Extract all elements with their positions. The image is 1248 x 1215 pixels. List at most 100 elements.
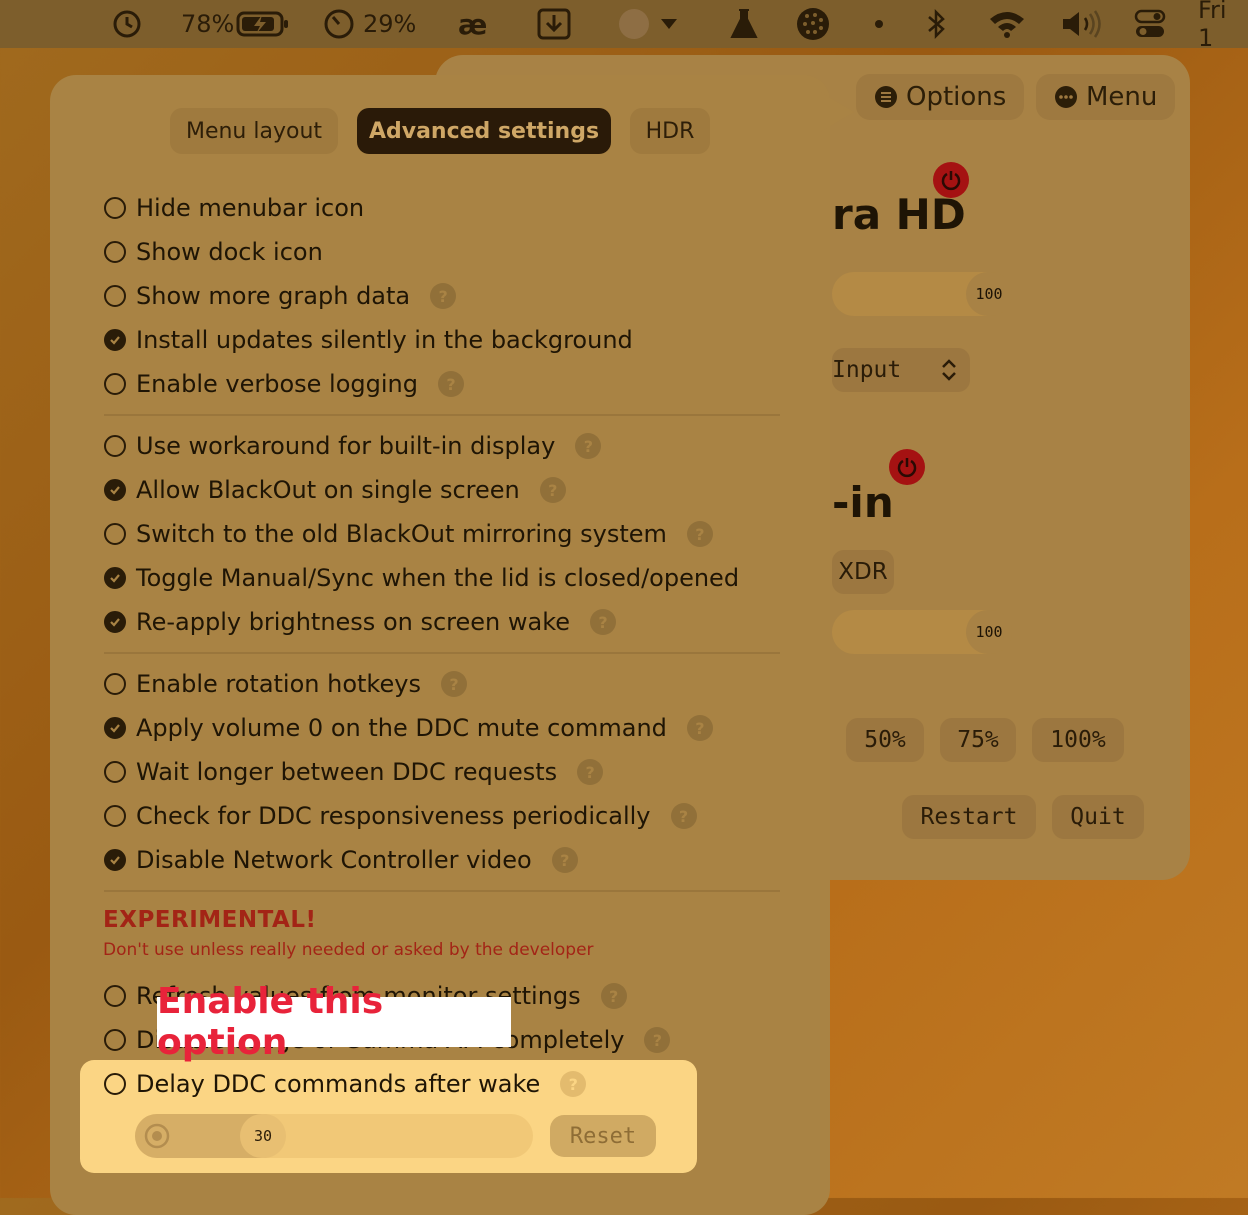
checkbox[interactable] (104, 673, 126, 695)
help-icon[interactable]: ? (551, 847, 578, 873)
dot-icon (874, 0, 884, 48)
option-row[interactable]: Show dock icon (104, 234, 323, 270)
pattern-icon[interactable] (795, 0, 831, 48)
download-icon[interactable] (536, 0, 572, 48)
help-icon[interactable]: ? (430, 283, 457, 309)
option-row[interactable]: Enable verbose logging? (104, 366, 464, 402)
help-glyph: ? (609, 986, 619, 1006)
checkbox[interactable] (104, 1073, 126, 1095)
divider (104, 890, 780, 892)
help-glyph: ? (560, 850, 570, 870)
popover-arrow (820, 92, 854, 132)
checkbox[interactable] (104, 479, 126, 501)
menu-button[interactable]: Menu (1036, 74, 1176, 120)
checkbox[interactable] (104, 717, 126, 739)
option-row[interactable]: Wait longer between DDC requests? (104, 754, 604, 790)
flask-icon[interactable] (728, 0, 760, 48)
help-icon[interactable]: ? (590, 609, 617, 635)
option-label: Toggle Manual/Sync when the lid is close… (136, 564, 740, 592)
option-row[interactable]: Disable Network Controller video? (104, 842, 578, 878)
option-row[interactable]: Re-apply brightness on screen wake? (104, 604, 617, 640)
menubar-clock[interactable]: Fri 1 (1198, 0, 1248, 52)
tab-label: Menu layout (185, 118, 323, 144)
option-row[interactable]: Toggle Manual/Sync when the lid is close… (104, 560, 739, 596)
reset-button[interactable]: Reset (550, 1115, 656, 1157)
time-machine-icon[interactable] (110, 0, 144, 48)
checkbox[interactable] (104, 985, 126, 1007)
ellipsis-icon (1055, 86, 1077, 108)
option-row[interactable]: Hide menubar icon (104, 190, 364, 226)
tab-label: HDR (645, 118, 695, 144)
option-label: Wait longer between DDC requests (136, 758, 558, 786)
checkbox[interactable] (104, 761, 126, 783)
help-icon[interactable]: ? (575, 433, 602, 459)
display1-brightness-knob[interactable]: 100 (966, 272, 1012, 316)
tab-menu-layout[interactable]: Menu layout (170, 108, 338, 154)
help-icon[interactable]: ? (539, 477, 566, 503)
checkbox[interactable] (104, 1029, 126, 1051)
battery-charging-icon[interactable] (236, 0, 290, 48)
checkbox[interactable] (104, 523, 126, 545)
help-icon[interactable]: ? (670, 803, 697, 829)
delay-slider-knob[interactable]: 30 (240, 1114, 286, 1158)
quit-button[interactable]: Quit (1052, 795, 1144, 839)
option-delay-ddc[interactable]: Delay DDC commands after wake ? (104, 1066, 587, 1102)
input-select[interactable]: Input (832, 348, 970, 392)
menubar: 78% 29% æ Fri 1 (0, 0, 1248, 52)
checkbox[interactable] (104, 241, 126, 263)
option-row[interactable]: Show more graph data? (104, 278, 457, 314)
display2-power-icon[interactable] (889, 449, 925, 485)
option-row[interactable]: Enable rotation hotkeys? (104, 666, 467, 702)
xdr-button[interactable]: XDR (832, 550, 894, 594)
preset-50-button[interactable]: 50% (846, 718, 924, 762)
options-button[interactable]: Options (856, 74, 1025, 120)
wifi-icon[interactable] (988, 0, 1026, 48)
tab-hdr[interactable]: HDR (630, 108, 710, 154)
preset-label: 75% (957, 727, 999, 753)
gauge-icon[interactable] (323, 0, 355, 48)
help-glyph: ? (598, 612, 608, 632)
option-row[interactable]: Allow BlackOut on single screen? (104, 472, 566, 508)
restart-button[interactable]: Restart (902, 795, 1036, 839)
restart-label: Restart (920, 804, 1018, 830)
tab-advanced-settings[interactable]: Advanced settings (357, 108, 611, 154)
checkbox[interactable] (104, 329, 126, 351)
help-icon[interactable]: ? (437, 371, 464, 397)
option-label: Check for DDC responsiveness periodicall… (136, 802, 651, 830)
checkbox[interactable] (104, 849, 126, 871)
preset-100-button[interactable]: 100% (1032, 718, 1124, 762)
avatar[interactable] (618, 0, 650, 48)
chevron-updown-icon (942, 359, 956, 381)
help-icon[interactable]: ? (440, 671, 467, 697)
help-glyph: ? (585, 762, 595, 782)
checkbox[interactable] (104, 435, 126, 457)
help-icon[interactable]: ? (560, 1071, 587, 1097)
option-label: Switch to the old BlackOut mirroring sys… (136, 520, 667, 548)
option-row[interactable]: Check for DDC responsiveness periodicall… (104, 798, 697, 834)
option-row[interactable]: Apply volume 0 on the DDC mute command? (104, 710, 713, 746)
checkbox[interactable] (104, 373, 126, 395)
help-icon[interactable]: ? (600, 983, 627, 1009)
help-glyph: ? (568, 1074, 578, 1094)
bluetooth-icon[interactable] (926, 0, 948, 48)
checkbox[interactable] (104, 285, 126, 307)
help-icon[interactable]: ? (577, 759, 604, 785)
option-label: Apply volume 0 on the DDC mute command (136, 714, 667, 742)
option-row[interactable]: Install updates silently in the backgrou… (104, 322, 633, 358)
checkbox[interactable] (104, 197, 126, 219)
checkbox[interactable] (104, 805, 126, 827)
help-icon[interactable]: ? (686, 521, 713, 547)
chevron-down-icon[interactable] (660, 0, 678, 48)
preset-75-button[interactable]: 75% (940, 718, 1016, 762)
control-center-icon[interactable] (1134, 0, 1166, 48)
option-row[interactable]: Switch to the old BlackOut mirroring sys… (104, 516, 713, 552)
volume-icon[interactable] (1060, 0, 1104, 48)
help-icon[interactable]: ? (644, 1027, 671, 1053)
ae-icon[interactable]: æ (458, 0, 487, 48)
preset-label: 100% (1050, 727, 1106, 753)
option-row[interactable]: Use workaround for built-in display? (104, 428, 602, 464)
checkbox[interactable] (104, 611, 126, 633)
display2-brightness-knob[interactable]: 100 (966, 610, 1012, 654)
checkbox[interactable] (104, 567, 126, 589)
help-icon[interactable]: ? (686, 715, 713, 741)
